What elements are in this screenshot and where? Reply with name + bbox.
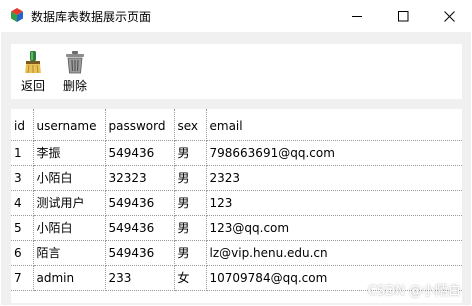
column-header-sex[interactable]: sex xyxy=(174,109,207,141)
broom-icon xyxy=(25,51,41,74)
table-row[interactable]: 5 小陌白 549436 男 123@qq.com xyxy=(11,215,462,241)
cell-id[interactable]: 7 xyxy=(11,265,34,291)
table-header-row: id username password sex email xyxy=(11,109,462,141)
table-row[interactable]: 6 陌言 549436 男 lz@vip.henu.edu.cn xyxy=(11,240,462,266)
toolbar: 返回 删除 xyxy=(11,44,462,99)
column-header-id[interactable]: id xyxy=(11,109,34,141)
cell-sex[interactable]: 男 xyxy=(174,190,207,216)
cell-username[interactable]: 小陌白 xyxy=(33,165,106,191)
watermark: CSDN @小陌白 xyxy=(367,284,461,299)
cell-email[interactable]: 123 xyxy=(206,190,462,216)
cell-email[interactable]: 798663691@qq.com xyxy=(206,140,462,166)
cell-password[interactable]: 32323 xyxy=(105,165,175,191)
minimize-icon xyxy=(351,15,362,17)
cell-username[interactable]: 李振 xyxy=(33,140,106,166)
minimize-button[interactable] xyxy=(334,0,380,32)
cell-id[interactable]: 6 xyxy=(11,240,34,266)
title-bar: 数据库表数据展示页面 xyxy=(0,0,472,32)
cell-username[interactable]: admin xyxy=(33,265,106,291)
cell-sex[interactable]: 男 xyxy=(174,140,207,166)
delete-button[interactable]: 删除 xyxy=(57,50,93,96)
cell-id[interactable]: 3 xyxy=(11,165,34,191)
column-header-username[interactable]: username xyxy=(33,109,106,141)
cell-username[interactable]: 测试用户 xyxy=(33,190,106,216)
app-icon xyxy=(11,8,23,22)
cell-sex[interactable]: 男 xyxy=(174,165,207,191)
column-header-password[interactable]: password xyxy=(105,109,175,141)
cell-password[interactable]: 549436 xyxy=(105,190,175,216)
back-label: 返回 xyxy=(20,79,45,93)
cell-username[interactable]: 小陌白 xyxy=(33,215,106,241)
cell-username[interactable]: 陌言 xyxy=(33,240,106,266)
cell-email[interactable]: 123@qq.com xyxy=(206,215,462,241)
maximize-button[interactable] xyxy=(380,0,426,32)
maximize-icon xyxy=(397,10,408,21)
cell-sex[interactable]: 男 xyxy=(174,215,207,241)
window-title: 数据库表数据展示页面 xyxy=(31,10,152,24)
cell-password[interactable]: 549436 xyxy=(105,140,175,166)
table-row[interactable]: 4 测试用户 549436 男 123 xyxy=(11,190,462,216)
delete-label: 删除 xyxy=(62,79,87,93)
table-row[interactable]: 1 李振 549436 男 798663691@qq.com xyxy=(11,140,462,166)
cell-id[interactable]: 1 xyxy=(11,140,34,166)
cell-password[interactable]: 549436 xyxy=(105,215,175,241)
cell-email[interactable]: 2323 xyxy=(206,165,462,191)
column-header-email[interactable]: email xyxy=(206,109,462,141)
cell-id[interactable]: 4 xyxy=(11,190,34,216)
cell-password[interactable]: 549436 xyxy=(105,240,175,266)
cell-sex[interactable]: 女 xyxy=(174,265,207,291)
client-area: 返回 删除 id username password sex email 1 李… xyxy=(1,32,471,305)
cell-password[interactable]: 233 xyxy=(105,265,175,291)
cell-sex[interactable]: 男 xyxy=(174,240,207,266)
cell-id[interactable]: 5 xyxy=(11,215,34,241)
close-icon xyxy=(443,10,455,22)
back-button[interactable]: 返回 xyxy=(15,50,51,96)
trash-can-icon xyxy=(66,51,84,74)
data-table[interactable]: id username password sex email 1 李振 5494… xyxy=(11,109,462,303)
table-row[interactable]: 3 小陌白 32323 男 2323 xyxy=(11,165,462,191)
close-button[interactable] xyxy=(426,0,472,32)
cell-email[interactable]: lz@vip.henu.edu.cn xyxy=(206,240,462,266)
